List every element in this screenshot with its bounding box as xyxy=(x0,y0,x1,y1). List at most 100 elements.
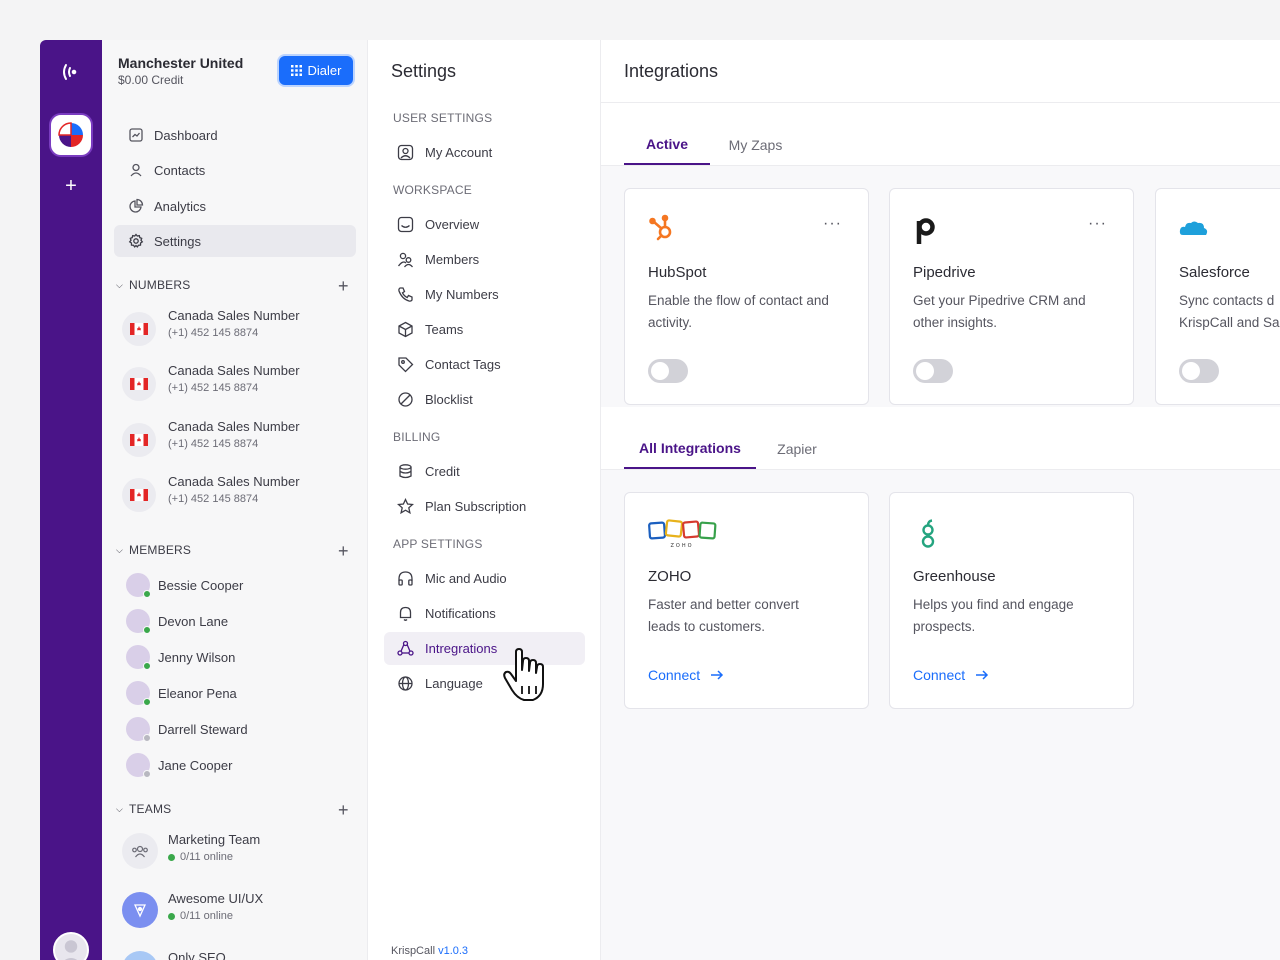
krispcall-logo-icon[interactable] xyxy=(59,60,83,84)
settings-item-credit[interactable]: Credit xyxy=(384,455,585,488)
settings-item-integrations[interactable]: Intregrations xyxy=(384,632,585,665)
nav-label: Dashboard xyxy=(154,127,218,143)
number-item[interactable]: Canada Sales Number (+1) 452 145 8874 xyxy=(122,306,352,350)
member-item[interactable]: Bessie Cooper xyxy=(126,572,356,598)
dialer-button[interactable]: Dialer xyxy=(279,56,353,85)
member-item[interactable]: Darrell Steward xyxy=(126,716,356,742)
user-avatar[interactable] xyxy=(53,932,89,960)
settings-item-blocklist[interactable]: Blocklist xyxy=(384,383,585,416)
canada-flag-icon xyxy=(122,478,156,512)
connect-label: Connect xyxy=(648,667,701,683)
integration-card-hubspot: ··· HubSpot Enable the flow of contact a… xyxy=(624,188,869,405)
settings-item-my-numbers[interactable]: My Numbers xyxy=(384,278,585,311)
online-dot-icon xyxy=(168,853,175,861)
team-name: Awesome UI/UX xyxy=(168,891,264,906)
card-description: Sync contacts d KrispCall and Sa xyxy=(1179,293,1280,330)
number-item[interactable]: Canada Sales Number (+1) 452 145 8874 xyxy=(122,472,352,516)
active-tabs-bar: Active My Zaps xyxy=(601,103,1280,166)
tab-all-integrations[interactable]: All Integrations xyxy=(624,429,756,469)
contacts-icon xyxy=(130,163,142,177)
member-name: Eleanor Pena xyxy=(158,685,237,701)
version-number: v1.0.3 xyxy=(438,945,469,957)
overview-icon xyxy=(397,216,414,233)
member-avatar xyxy=(126,753,151,778)
number-item[interactable]: Canada Sales Number (+1) 452 145 8874 xyxy=(122,361,352,405)
workspace-switcher[interactable] xyxy=(51,115,91,155)
settings-item-label: Members xyxy=(425,252,480,267)
zoho-logo-icon: ZOHO xyxy=(648,519,717,549)
enable-toggle[interactable] xyxy=(1179,359,1219,383)
settings-section-heading: APP SETTINGS xyxy=(393,537,483,551)
canada-flag-icon xyxy=(122,423,156,457)
add-number-icon[interactable]: + xyxy=(338,277,349,295)
team-avatar-icon xyxy=(122,892,158,928)
member-item[interactable]: Jane Cooper xyxy=(126,752,356,778)
nav-analytics[interactable]: Analytics xyxy=(114,190,356,222)
tab-zapier[interactable]: Zapier xyxy=(763,429,831,469)
arrow-right-icon xyxy=(976,670,989,680)
number-item[interactable]: Canada Sales Number (+1) 452 145 8874 xyxy=(122,417,352,461)
settings-item-overview[interactable]: Overview xyxy=(384,208,585,241)
salesforce-logo-icon xyxy=(1179,221,1208,235)
card-title: HubSpot xyxy=(648,264,707,281)
settings-item-my-account[interactable]: My Account xyxy=(384,136,585,169)
card-title: ZOHO xyxy=(648,568,692,585)
connect-button[interactable]: Connect xyxy=(913,667,989,683)
more-options-icon[interactable]: ··· xyxy=(1088,216,1107,232)
settings-item-notifications[interactable]: Notifications xyxy=(384,597,585,630)
settings-item-plan-subscription[interactable]: Plan Subscription xyxy=(384,490,585,523)
add-member-icon[interactable]: + xyxy=(338,542,349,560)
integration-card-greenhouse: Greenhouse Helps you find and engage pro… xyxy=(889,492,1134,709)
member-name: Jane Cooper xyxy=(158,757,233,773)
settings-item-label: Language xyxy=(425,676,483,691)
more-options-icon[interactable]: ··· xyxy=(823,216,842,232)
analytics-icon xyxy=(129,198,144,213)
nav-label: Settings xyxy=(154,233,201,249)
team-item[interactable]: Only SEO xyxy=(122,948,352,960)
member-avatar xyxy=(126,681,151,706)
chevron-down-icon: ⌵ xyxy=(116,279,124,290)
nav-dashboard[interactable]: Dashboard xyxy=(114,119,356,151)
settings-section-heading: WORKSPACE xyxy=(393,183,472,197)
settings-item-members[interactable]: Members xyxy=(384,243,585,276)
number-name: Canada Sales Number xyxy=(168,474,300,489)
add-team-icon[interactable]: + xyxy=(338,801,349,819)
teams-section-toggle[interactable]: ⌵ TEAMS xyxy=(116,802,171,816)
settings-item-mic-audio[interactable]: Mic and Audio xyxy=(384,562,585,595)
account-credit: $0.00 Credit xyxy=(118,73,184,87)
canada-flag-icon xyxy=(122,367,156,401)
members-section-toggle[interactable]: ⌵ MEMBERS xyxy=(116,543,191,557)
integrations-header: Integrations xyxy=(601,40,1280,103)
member-avatar xyxy=(126,609,151,634)
block-icon xyxy=(398,392,413,407)
tab-active[interactable]: Active xyxy=(624,125,710,165)
settings-item-label: Mic and Audio xyxy=(425,571,507,586)
connect-button[interactable]: Connect xyxy=(648,667,724,683)
member-avatar xyxy=(126,573,151,598)
settings-item-contact-tags[interactable]: Contact Tags xyxy=(384,348,585,381)
add-workspace-icon[interactable]: + xyxy=(61,176,81,196)
hand-pointer-cursor-icon xyxy=(503,648,544,701)
card-description: Enable the flow of contact and activity. xyxy=(648,293,829,330)
team-item[interactable]: Marketing Team 0/11 online xyxy=(122,830,352,874)
settings-title: Settings xyxy=(391,61,457,81)
enable-toggle[interactable] xyxy=(648,359,688,383)
team-item[interactable]: Awesome UI/UX 0/11 online xyxy=(122,889,352,933)
member-item[interactable]: Eleanor Pena xyxy=(126,680,356,706)
settings-item-teams[interactable]: Teams xyxy=(384,313,585,346)
numbers-section-toggle[interactable]: ⌵ NUMBERS xyxy=(116,278,190,292)
nav-contacts[interactable]: Contacts xyxy=(114,154,356,186)
status-online-icon xyxy=(143,662,151,670)
member-avatar xyxy=(126,645,151,670)
member-item[interactable]: Devon Lane xyxy=(126,608,356,634)
settings-item-language[interactable]: Language xyxy=(384,667,585,700)
nav-label: Analytics xyxy=(154,198,207,214)
enable-toggle[interactable] xyxy=(913,359,953,383)
team-online-status: 0/11 online xyxy=(168,851,233,863)
member-item[interactable]: Jenny Wilson xyxy=(126,644,356,670)
nav-settings[interactable]: Settings xyxy=(114,225,356,257)
keypad-icon xyxy=(290,65,302,76)
tab-my-zaps[interactable]: My Zaps xyxy=(718,125,793,165)
canada-flag-icon xyxy=(122,312,156,346)
gear-icon xyxy=(128,233,144,248)
